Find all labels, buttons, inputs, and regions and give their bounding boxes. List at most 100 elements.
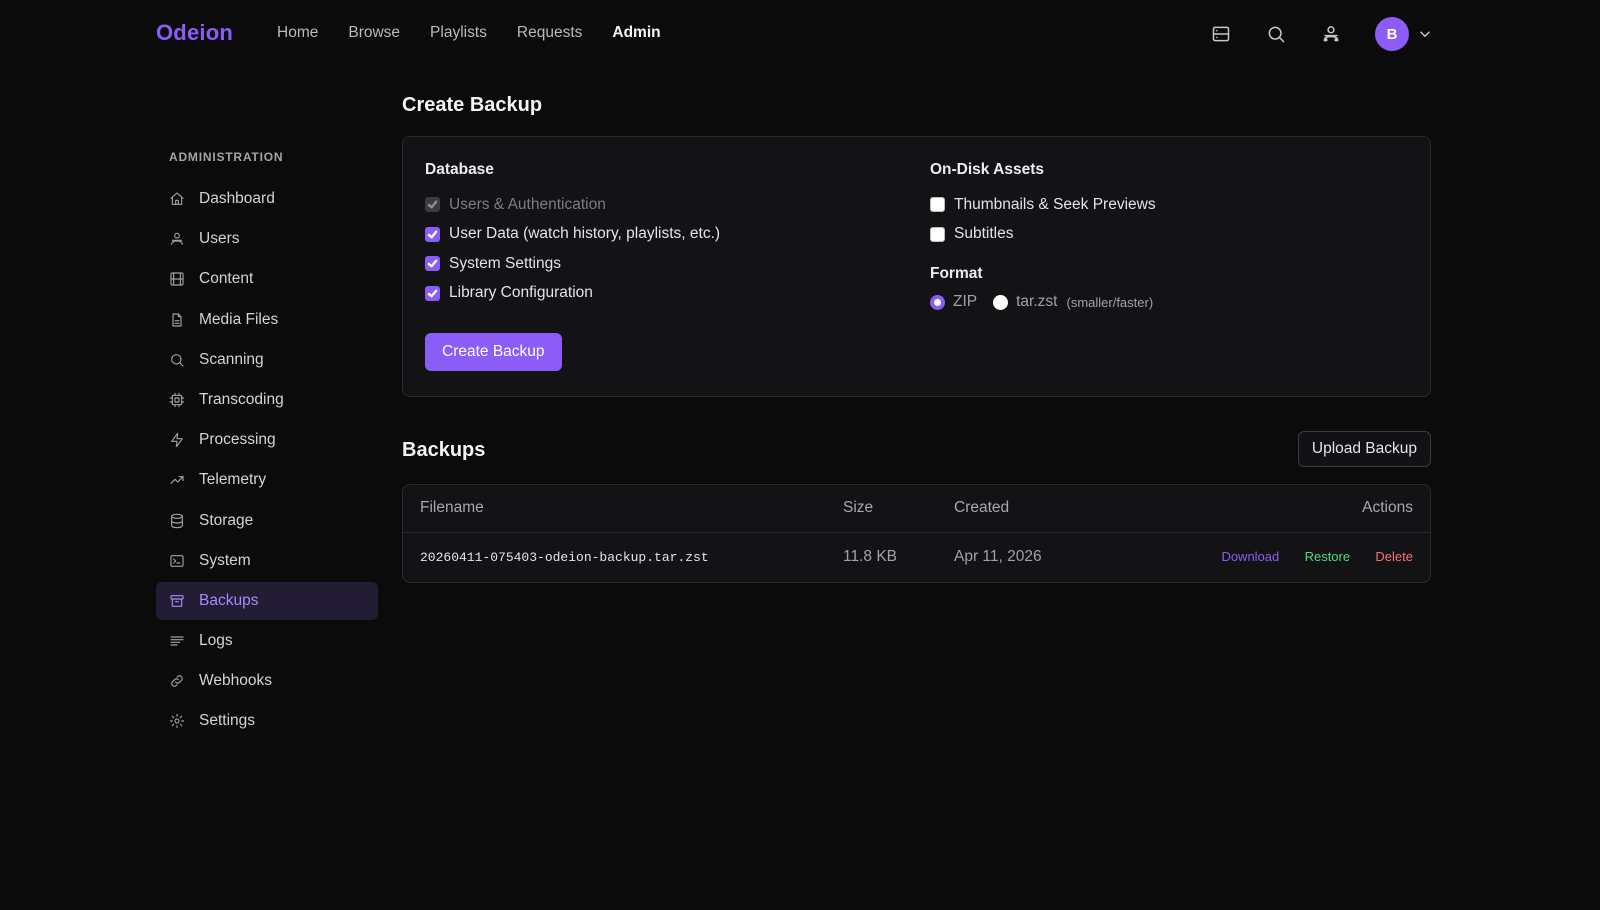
sidebar-item-label: Storage [199,511,254,529]
checkbox-user-data[interactable] [425,226,440,242]
trending-icon [169,472,185,488]
main-nav: Home Browse Playlists Requests Admin [277,24,691,42]
checkbox-label: Library Configuration [449,284,593,302]
nav-home[interactable]: Home [277,24,318,42]
backups-title: Backups [402,439,486,461]
database-options: Database Users & Authentication User Dat… [425,161,720,308]
sidebar-item-users[interactable]: Users [156,220,378,258]
radio-label-zip[interactable]: ZIP [953,293,977,311]
nav-admin[interactable]: Admin [612,24,660,42]
backups-table-card: Filename Size Created Actions 20260411-0… [402,484,1431,583]
download-link[interactable]: Download [1221,549,1279,564]
assets-label: On-Disk Assets [930,161,1044,178]
delete-link[interactable]: Delete [1375,549,1413,564]
cpu-icon [169,392,185,408]
sidebar-item-storage[interactable]: Storage [156,502,378,540]
nav-browse[interactable]: Browse [348,24,400,42]
checkbox-label: Thumbnails & Seek Previews [954,195,1156,213]
radio-zip[interactable] [930,294,945,310]
home-icon [169,191,185,207]
column-filename: Filename [403,485,843,533]
checkbox-label: User Data (watch history, playlists, etc… [449,225,721,243]
users-icon[interactable] [1319,22,1343,46]
checkbox-library-config[interactable] [425,285,440,301]
sidebar-item-label: System [199,551,251,569]
avatar[interactable]: B [1375,17,1409,51]
create-backup-card: Database Users & Authentication User Dat… [402,136,1431,397]
sidebar-item-label: Webhooks [199,672,272,690]
nav-requests[interactable]: Requests [517,24,582,42]
lines-icon [169,633,185,649]
sidebar-item-label: Logs [199,632,233,650]
sidebar-item-label: Transcoding [199,390,284,408]
radio-label-tar-zst[interactable]: tar.zst [1016,293,1057,311]
sidebar-item-transcoding[interactable]: Transcoding [156,381,378,419]
sidebar-heading: ADMINISTRATION [169,150,284,164]
zap-icon [169,432,185,448]
sidebar-item-label: Processing [199,431,276,449]
backups-header: Backups Upload Backup [402,431,1431,467]
chevron-down-icon[interactable] [1416,25,1434,43]
gear-icon [169,713,185,729]
option-library-config[interactable]: Library Configuration [425,279,720,309]
backup-created: Apr 11, 2026 [954,548,1042,566]
backups-table: Filename Size Created Actions 20260411-0… [403,485,1430,582]
sidebar-item-label: Scanning [199,350,264,368]
format-hint: (smaller/faster) [1066,294,1154,310]
sidebar-item-label: Media Files [199,310,279,328]
database-label: Database [425,161,494,178]
link-icon [169,673,185,689]
sidebar-item-backups[interactable]: Backups [156,581,378,620]
checkbox-subtitles[interactable] [930,226,945,242]
sidebar-item-dashboard[interactable]: Dashboard [156,180,378,218]
backup-size: 11.8 KB [843,548,898,566]
top-bar: Odeion Home Browse Playlists Requests Ad… [0,0,1600,68]
option-users-auth: Users & Authentication [425,190,720,220]
option-subtitles[interactable]: Subtitles [930,220,1156,250]
server-icon[interactable] [1209,22,1233,46]
checkbox-system-settings[interactable] [425,256,440,272]
archive-icon [169,593,185,609]
sidebar-item-webhooks[interactable]: Webhooks [156,662,378,700]
checkbox-label: Users & Authentication [449,195,606,213]
create-backup-title: Create Backup [402,94,543,116]
admin-sidebar: ADMINISTRATION Dashboard Users Content M… [156,150,378,743]
asset-options: On-Disk Assets Thumbnails & Seek Preview… [930,161,1156,311]
sidebar-item-logs[interactable]: Logs [156,622,378,660]
sidebar-item-content[interactable]: Content [156,260,378,298]
search-icon [169,352,185,368]
option-system-settings[interactable]: System Settings [425,249,720,279]
column-size: Size [843,485,954,533]
film-icon [169,271,185,287]
sidebar-item-system[interactable]: System [156,542,378,580]
radio-tar-zst[interactable] [993,294,1009,310]
table-header-row: Filename Size Created Actions [403,485,1430,533]
column-actions: Actions [1194,485,1430,533]
sidebar-item-label: Users [199,230,240,248]
sidebar-item-label: Telemetry [199,471,267,489]
sidebar-item-processing[interactable]: Processing [156,421,378,459]
search-icon[interactable] [1264,22,1288,46]
sidebar-item-scanning[interactable]: Scanning [156,341,378,379]
sidebar-item-label: Dashboard [199,190,275,207]
brand-logo[interactable]: Odeion [156,20,233,46]
checkbox-thumbnails[interactable] [930,197,945,213]
upload-backup-button[interactable]: Upload Backup [1297,431,1431,467]
nav-playlists[interactable]: Playlists [430,24,487,42]
sidebar-item-label: Backups [199,591,259,609]
file-icon [169,312,185,328]
users-icon [169,231,185,247]
option-user-data[interactable]: User Data (watch history, playlists, etc… [425,220,720,250]
option-thumbnails[interactable]: Thumbnails & Seek Previews [930,190,1156,220]
column-created: Created [954,485,1194,533]
restore-link[interactable]: Restore [1305,549,1351,564]
sidebar-item-label: Settings [199,712,256,730]
backup-actions: Download Restore Delete [1194,532,1430,582]
sidebar-item-media-files[interactable]: Media Files [156,301,378,339]
sidebar-item-settings[interactable]: Settings [156,702,378,740]
create-backup-button[interactable]: Create Backup [425,333,562,371]
sidebar-item-telemetry[interactable]: Telemetry [156,461,378,499]
backup-filename: 20260411-075403-odeion-backup.tar.zst [420,549,709,565]
main-content: Create Backup Database Users & Authentic… [402,94,1431,583]
sidebar-item-label: Content [199,270,254,288]
